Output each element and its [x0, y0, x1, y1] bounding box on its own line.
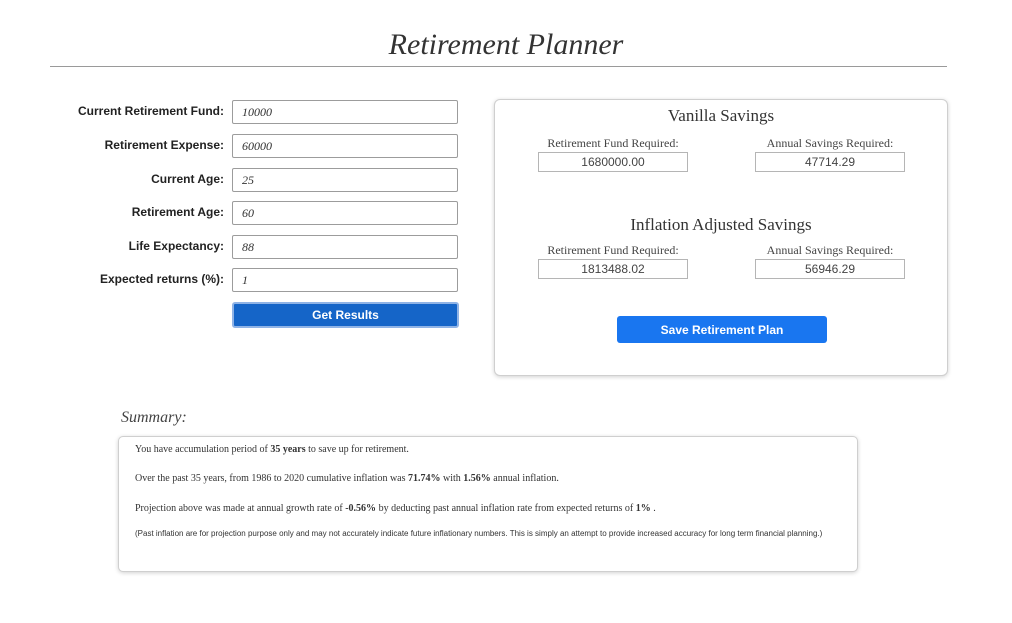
summary-text: with — [440, 473, 464, 484]
summary-text: to save up for retirement. — [305, 444, 409, 455]
field-retirement-age: Retirement Age: — [0, 201, 470, 225]
current-retirement-fund-input[interactable] — [232, 100, 458, 124]
current-age-input[interactable] — [232, 168, 458, 192]
results-panel: Vanilla Savings Retirement Fund Required… — [494, 99, 948, 376]
expected-returns-input[interactable] — [232, 268, 458, 292]
summary-text: by deducting past annual inflation rate … — [376, 503, 636, 514]
summary-highlight: 71.74% — [408, 473, 441, 484]
summary-text: . — [650, 503, 656, 514]
inflation-fund-required-value: 1813488.02 — [538, 259, 688, 279]
retirement-expense-label: Retirement Expense: — [104, 138, 224, 152]
summary-highlight: 35 years — [270, 444, 306, 455]
page-title: Retirement Planner — [388, 28, 624, 61]
vanilla-annual-savings-label: Annual Savings Required: — [766, 136, 894, 150]
field-current-age: Current Age: — [0, 168, 470, 192]
life-expectancy-input[interactable] — [232, 235, 458, 259]
current-retirement-fund-label: Current Retirement Fund: — [77, 104, 224, 118]
current-age-label: Current Age: — [151, 172, 224, 186]
field-retirement-expense: Retirement Expense: — [0, 134, 470, 158]
vanilla-savings-heading: Vanilla Savings — [667, 106, 775, 125]
field-expected-returns: Expected returns (%): — [0, 268, 470, 292]
summary-text: Over the past 35 years, from 1986 to 202… — [135, 473, 408, 484]
summary-inflation-line: Over the past 35 years, from 1986 to 202… — [135, 473, 559, 484]
summary-title: Summary: — [121, 409, 187, 426]
title-divider — [50, 66, 947, 67]
summary-disclaimer: (Past inflation are for projection purpo… — [135, 529, 823, 538]
summary-highlight: 1.56% — [463, 473, 491, 484]
expected-returns-label: Expected returns (%): — [99, 272, 224, 286]
inflation-adjusted-heading: Inflation Adjusted Savings — [630, 215, 812, 234]
summary-projection-line: Projection above was made at annual grow… — [135, 503, 656, 514]
get-results-button[interactable]: Get Results — [232, 302, 459, 328]
summary-text: Projection above was made at annual grow… — [135, 503, 346, 514]
summary-highlight: -0.56% — [345, 503, 377, 514]
retirement-expense-input[interactable] — [232, 134, 458, 158]
field-current-retirement-fund: Current Retirement Fund: — [0, 100, 470, 124]
summary-box: You have accumulation period of 35 years… — [118, 436, 858, 572]
inflation-annual-savings-label: Annual Savings Required: — [766, 243, 894, 257]
vanilla-annual-savings-value: 47714.29 — [755, 152, 905, 172]
summary-text: You have accumulation period of — [135, 444, 271, 455]
life-expectancy-label: Life Expectancy: — [128, 239, 224, 253]
summary-text: annual inflation. — [490, 473, 559, 484]
inflation-fund-required-label: Retirement Fund Required: — [547, 243, 679, 257]
inflation-annual-savings-value: 56946.29 — [755, 259, 905, 279]
vanilla-fund-required-label: Retirement Fund Required: — [547, 136, 679, 150]
summary-accumulation-line: You have accumulation period of 35 years… — [135, 444, 409, 455]
field-life-expectancy: Life Expectancy: — [0, 235, 470, 259]
vanilla-fund-required-value: 1680000.00 — [538, 152, 688, 172]
retirement-age-label: Retirement Age: — [131, 205, 224, 219]
save-retirement-plan-button[interactable]: Save Retirement Plan — [617, 316, 827, 343]
summary-highlight: 1% — [635, 503, 651, 514]
retirement-age-input[interactable] — [232, 201, 458, 225]
